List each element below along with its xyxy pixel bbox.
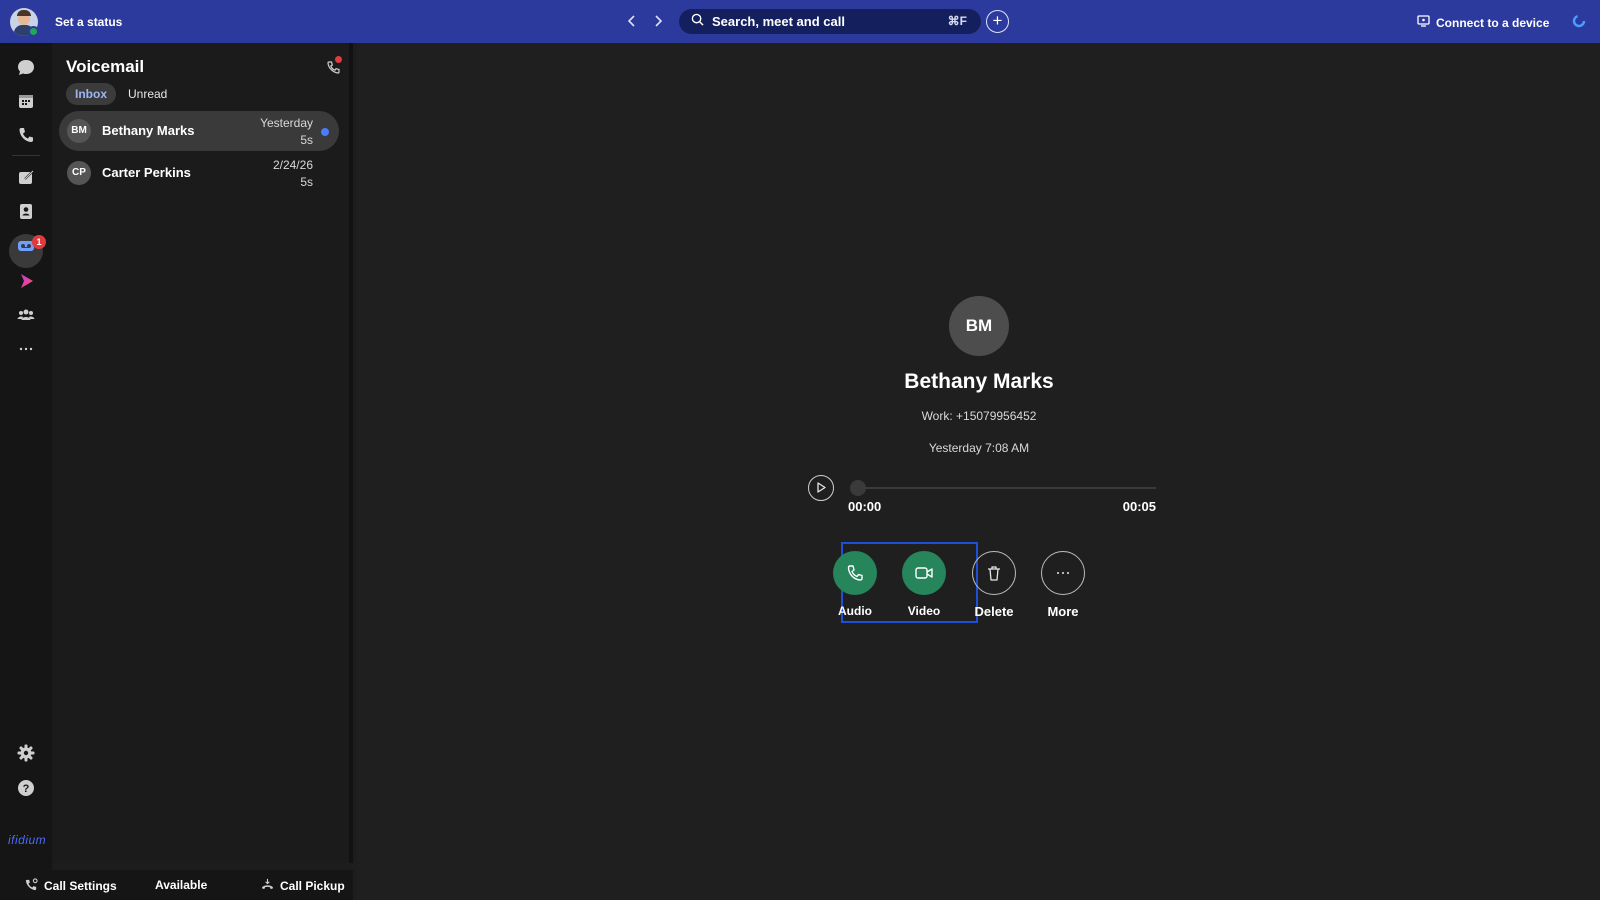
more-apps-icon[interactable]	[16, 339, 36, 359]
video-call-action[interactable]: Video	[901, 551, 947, 618]
presence-indicator	[28, 26, 39, 37]
brand-logo: ifidium	[8, 833, 47, 847]
whiteboard-icon[interactable]	[16, 167, 36, 187]
playback-scrubber[interactable]	[850, 480, 866, 496]
voicemail-date: Yesterday	[260, 116, 313, 130]
call-pickup-label: Call Pickup	[280, 879, 345, 893]
search-placeholder: Search, meet and call	[712, 14, 845, 29]
delete-button[interactable]	[972, 551, 1016, 595]
more-dots-icon	[1057, 572, 1069, 574]
detail-phone[interactable]: Work: +15079956452	[779, 409, 1179, 423]
forward-arrow-icon[interactable]	[650, 13, 666, 29]
tab-unread[interactable]: Unread	[119, 83, 176, 105]
delete-label: Delete	[974, 604, 1014, 619]
audio-label: Audio	[838, 604, 872, 618]
bottom-status-bar: Call Settings Available Call Pickup	[0, 870, 353, 900]
voicemail-duration: 5s	[300, 175, 313, 189]
availability-button[interactable]: Available	[155, 878, 207, 892]
detail-received-time: Yesterday 7:08 AM	[928, 441, 1030, 455]
messaging-icon[interactable]	[16, 57, 36, 77]
call-pickup-button[interactable]: Call Pickup	[261, 878, 345, 894]
detail-contact-name: Bethany Marks	[904, 370, 1054, 393]
detail-avatar: BM	[949, 296, 1009, 356]
connect-device-button[interactable]: Connect to a device	[1417, 15, 1549, 30]
contact-avatar: CP	[67, 161, 91, 185]
new-action-button[interactable]: +	[986, 10, 1009, 33]
unread-indicator	[321, 128, 329, 136]
device-icon	[1417, 15, 1430, 30]
contact-avatar: BM	[67, 119, 91, 143]
teams-icon[interactable]	[16, 305, 36, 325]
video-label: Video	[907, 604, 941, 618]
phone-icon	[847, 565, 863, 581]
search-icon	[691, 13, 704, 31]
rail-divider	[12, 155, 40, 156]
call-pickup-icon	[261, 878, 274, 894]
audio-call-button[interactable]	[833, 551, 877, 595]
playback-time-total: 00:05	[1122, 499, 1156, 514]
voicemail-row[interactable]: BM Bethany Marks Yesterday 5s	[59, 111, 339, 151]
contact-name: Carter Perkins	[102, 165, 191, 180]
calendar-icon[interactable]	[16, 91, 36, 111]
settings-gear-icon[interactable]	[16, 743, 36, 763]
more-button[interactable]	[1041, 551, 1085, 595]
audio-call-action[interactable]: Audio	[832, 551, 878, 618]
video-camera-icon	[915, 567, 933, 579]
voicemail-row[interactable]: CP Carter Perkins 2/24/26 5s	[59, 153, 339, 193]
call-settings-icon	[25, 878, 38, 894]
sync-status-icon[interactable]	[1572, 14, 1586, 28]
voicemail-count-badge: 1	[32, 235, 46, 249]
contact-name: Bethany Marks	[102, 123, 195, 138]
set-status-button[interactable]: Set a status	[55, 15, 122, 29]
more-label: More	[1047, 604, 1079, 619]
search-bar[interactable]: Search, meet and call ⌘F	[679, 9, 981, 34]
call-settings-label: Call Settings	[44, 879, 117, 893]
calling-icon[interactable]	[16, 125, 36, 145]
trash-icon	[988, 566, 1000, 581]
contacts-icon[interactable]	[16, 201, 36, 221]
voicemail-date: 2/24/26	[272, 158, 313, 172]
vidcast-icon[interactable]	[16, 271, 36, 291]
left-nav-rail: 1 ? ifidium	[0, 43, 52, 900]
video-call-button[interactable]	[902, 551, 946, 595]
tab-inbox[interactable]: Inbox	[66, 83, 116, 105]
play-button[interactable]	[808, 475, 834, 501]
svg-text:?: ?	[23, 783, 30, 795]
search-shortcut: ⌘F	[947, 14, 967, 28]
call-settings-button[interactable]: Call Settings	[25, 878, 117, 894]
more-action[interactable]: More	[1040, 551, 1086, 619]
playback-time-current: 00:00	[848, 499, 882, 514]
playback-track[interactable]	[850, 487, 1156, 489]
back-arrow-icon[interactable]	[624, 13, 640, 29]
voicemail-duration: 5s	[300, 133, 313, 147]
delete-action[interactable]: Delete	[971, 551, 1017, 619]
top-bar: Set a status Search, meet and call ⌘F + …	[0, 0, 1600, 43]
voicemail-alert-dot	[335, 56, 342, 63]
help-icon[interactable]: ?	[16, 778, 36, 798]
connect-device-label: Connect to a device	[1436, 15, 1550, 30]
voicemail-list-panel: Voicemail Inbox Unread BM Bethany Marks …	[52, 43, 353, 863]
panel-title: Voicemail	[66, 57, 145, 76]
voicemail-detail: BM Bethany Marks Work: +15079956452 Yest…	[357, 43, 1600, 900]
